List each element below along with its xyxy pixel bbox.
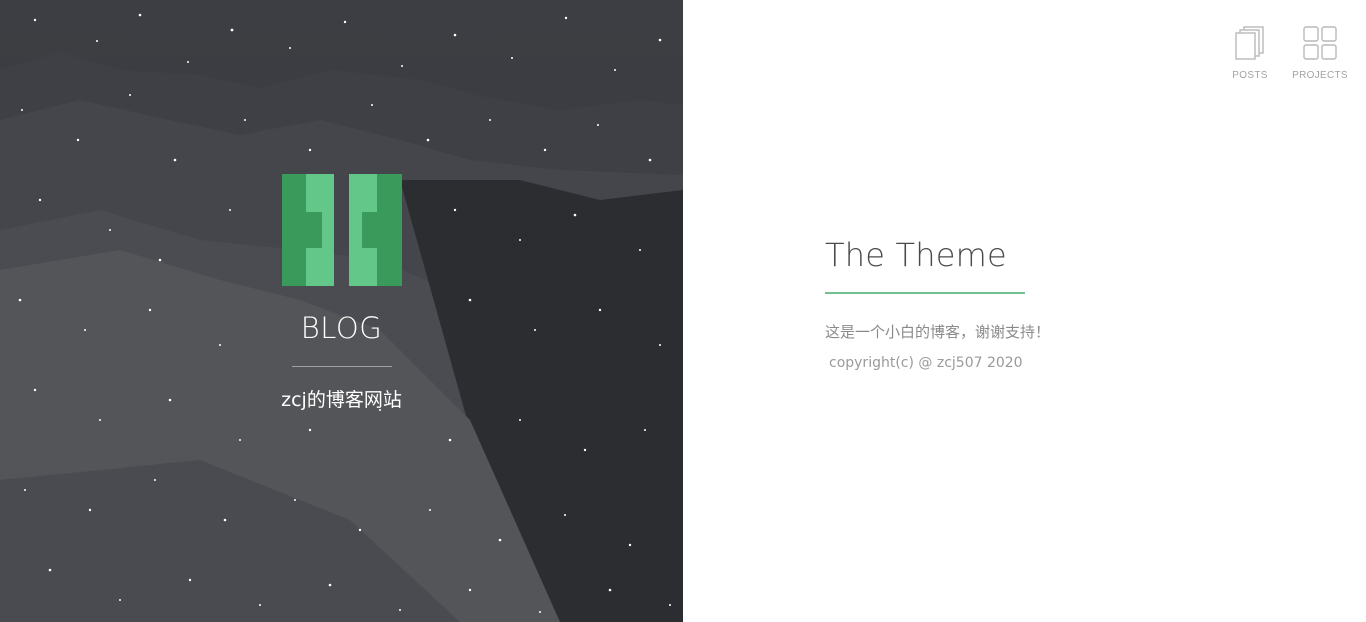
- blog-logo-icon: [282, 174, 402, 286]
- nav-projects[interactable]: PROJECTS: [1292, 26, 1348, 81]
- nav-posts[interactable]: POSTS: [1224, 26, 1276, 81]
- title-underline: [825, 292, 1025, 294]
- nav-posts-label: POSTS: [1232, 70, 1268, 81]
- hero-title: BLOG: [300, 311, 383, 345]
- copyright-text: copyright(c) @ zcj507 2020: [829, 355, 1023, 371]
- grid-icon: [1303, 26, 1337, 60]
- posts-stack-icon: [1235, 26, 1264, 60]
- hero-subtitle: zcj的博客网站: [281, 389, 402, 411]
- hero-divider: [292, 366, 392, 367]
- description-text: 这是一个小白的博客，谢谢支持！: [825, 323, 1051, 341]
- hero-panel: BLOG zcj的博客网站: [0, 0, 683, 622]
- page-title: The Theme: [825, 236, 1007, 274]
- top-nav: POSTS PROJECTS: [1224, 26, 1348, 81]
- nav-projects-label: PROJECTS: [1292, 70, 1348, 81]
- content-section: The Theme 这是一个小白的博客，谢谢支持！ copyright(c) @…: [825, 236, 1050, 371]
